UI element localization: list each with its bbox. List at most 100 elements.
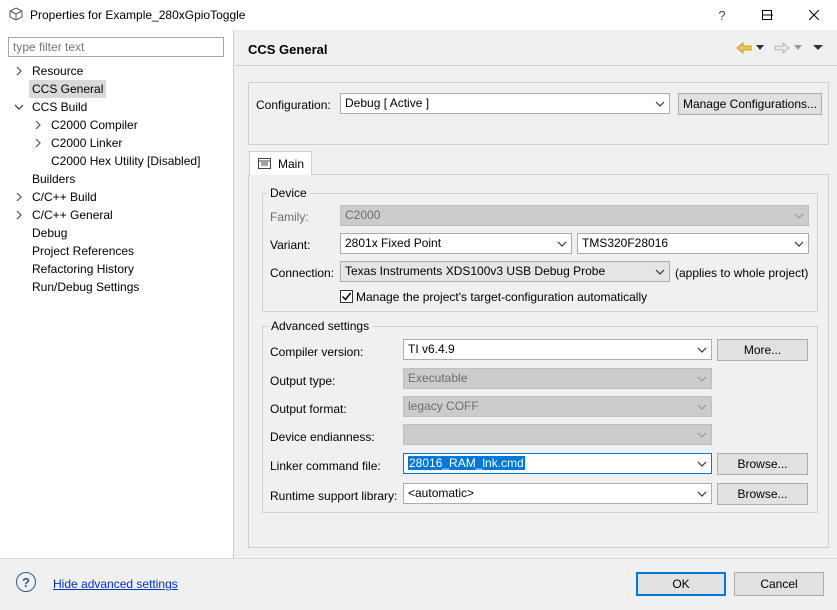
variant-label: Variant: <box>270 238 311 252</box>
main-tab-icon <box>258 158 271 169</box>
maximize-button[interactable] <box>744 0 790 30</box>
output-format-value: legacy COFF <box>408 399 479 413</box>
variant-select[interactable]: TMS320F28016 <box>577 233 809 254</box>
variant-filter-select[interactable]: 2801x Fixed Point <box>340 233 572 254</box>
device-endianness-select[interactable] <box>403 424 712 445</box>
configuration-value: Debug [ Active ] <box>345 96 430 110</box>
runtime-library-label: Runtime support library: <box>270 489 398 503</box>
output-format-select[interactable]: legacy COFF <box>403 396 712 417</box>
linker-command-file-value: 28016_RAM_lnk.cmd <box>408 456 525 470</box>
tree-item[interactable]: Resource <box>14 62 229 80</box>
chevron-right-icon[interactable] <box>14 62 24 80</box>
manage-configurations-button[interactable]: Manage Configurations... <box>678 93 822 115</box>
tree-item[interactable]: C2000 Compiler <box>14 116 229 134</box>
tree-item-label: CCS Build <box>32 100 88 114</box>
close-icon <box>808 10 819 20</box>
tree-item-label: C/C++ Build <box>32 190 97 204</box>
close-button[interactable] <box>790 0 837 30</box>
configuration-label: Configuration: <box>256 98 331 112</box>
tree-item-label: Debug <box>32 226 68 240</box>
runtime-library-input[interactable]: <automatic> <box>403 483 712 504</box>
window-title: Properties for Example_280xGpioToggle <box>30 8 246 22</box>
help-button[interactable]: ? <box>699 0 745 30</box>
chevron-right-icon[interactable] <box>14 188 24 206</box>
tree-item[interactable]: C/C++ Build <box>14 188 229 206</box>
linker-browse-button[interactable]: Browse... <box>717 453 808 475</box>
chevron-down-icon <box>794 213 804 219</box>
chevron-right-icon[interactable] <box>33 134 43 152</box>
family-value: C2000 <box>345 208 381 222</box>
tree-item[interactable]: CCS Build <box>14 98 229 116</box>
forward-menu-button[interactable] <box>792 40 804 56</box>
variant-filter-value: 2801x Fixed Point <box>345 236 442 250</box>
tree-item-label: C2000 Linker <box>51 136 123 150</box>
tree-item[interactable]: C2000 Linker <box>14 134 229 152</box>
back-menu-button[interactable] <box>754 40 766 56</box>
runtime-library-value: <automatic> <box>408 486 475 500</box>
property-tree: Resource CCS General CCS Build C2000 Compil… <box>14 62 229 296</box>
device-group-label: Device <box>267 186 310 200</box>
chevron-down-icon <box>697 376 707 382</box>
back-button[interactable] <box>734 40 754 56</box>
chevron-down-icon <box>794 241 804 247</box>
compiler-version-select[interactable]: TI v6.4.9 <box>403 339 712 360</box>
page-title: CCS General <box>248 42 328 57</box>
tree-item[interactable]: Refactoring History <box>14 260 229 278</box>
view-menu-button[interactable] <box>810 40 826 56</box>
tree-item[interactable]: C/C++ General <box>14 206 229 224</box>
manage-target-checkbox[interactable] <box>340 290 353 303</box>
chevron-down-icon[interactable] <box>14 98 24 116</box>
tree-item-label: Builders <box>32 172 76 186</box>
output-type-value: Executable <box>408 371 468 385</box>
tree-item-label: C/C++ General <box>32 208 113 222</box>
connection-note: (applies to whole project) <box>675 266 809 280</box>
configuration-select[interactable]: Debug [ Active ] <box>340 93 670 114</box>
linker-command-file-input[interactable]: 28016_RAM_lnk.cmd <box>403 453 712 474</box>
chevron-right-icon[interactable] <box>33 116 43 134</box>
chevron-down-icon <box>557 241 567 247</box>
back-arrow-icon <box>736 42 752 54</box>
tree-item[interactable]: Project References <box>14 242 229 260</box>
hide-advanced-settings-link[interactable]: Hide advanced settings <box>53 577 178 591</box>
app-icon <box>9 7 23 21</box>
cancel-button[interactable]: Cancel <box>734 572 824 596</box>
output-type-select[interactable]: Executable <box>403 368 712 389</box>
chevron-down-icon <box>697 461 707 467</box>
view-menu-icon <box>813 45 823 50</box>
tab-main-label: Main <box>278 156 305 171</box>
ok-button[interactable]: OK <box>636 572 726 596</box>
header-separator <box>235 65 837 66</box>
tree-item[interactable]: Debug <box>14 224 229 242</box>
chevron-down-icon <box>697 491 707 497</box>
maximize-icon <box>762 10 772 20</box>
tree-item-label: C2000 Compiler <box>51 118 138 132</box>
filter-input[interactable] <box>8 37 224 57</box>
tree-item[interactable]: Run/Debug Settings <box>14 278 229 296</box>
connection-value: Texas Instruments XDS100v3 USB Debug Pro… <box>345 264 606 278</box>
tree-item[interactable]: C2000 Hex Utility [Disabled] <box>14 152 229 170</box>
tree-item[interactable]: Builders <box>14 170 229 188</box>
connection-select[interactable]: Texas Instruments XDS100v3 USB Debug Pro… <box>340 261 670 282</box>
help-icon[interactable]: ? <box>16 572 36 592</box>
manage-target-label: Manage the project's target-configuratio… <box>356 290 648 304</box>
linker-command-file-label: Linker command file: <box>270 459 381 473</box>
chevron-down-icon <box>655 269 665 275</box>
tab-main[interactable]: Main <box>249 151 312 175</box>
tree-item-selected[interactable]: CCS General <box>14 80 229 98</box>
family-select[interactable]: C2000 <box>340 205 809 226</box>
more-button[interactable]: More... <box>717 339 808 361</box>
device-endianness-label: Device endianness: <box>270 430 375 444</box>
tree-item-label: Resource <box>32 64 84 78</box>
forward-button[interactable] <box>772 40 792 56</box>
forward-arrow-icon <box>774 42 790 54</box>
runtime-browse-button[interactable]: Browse... <box>717 483 808 505</box>
chevron-right-icon[interactable] <box>14 206 24 224</box>
variant-value: TMS320F28016 <box>582 236 669 250</box>
connection-label: Connection: <box>270 266 335 280</box>
